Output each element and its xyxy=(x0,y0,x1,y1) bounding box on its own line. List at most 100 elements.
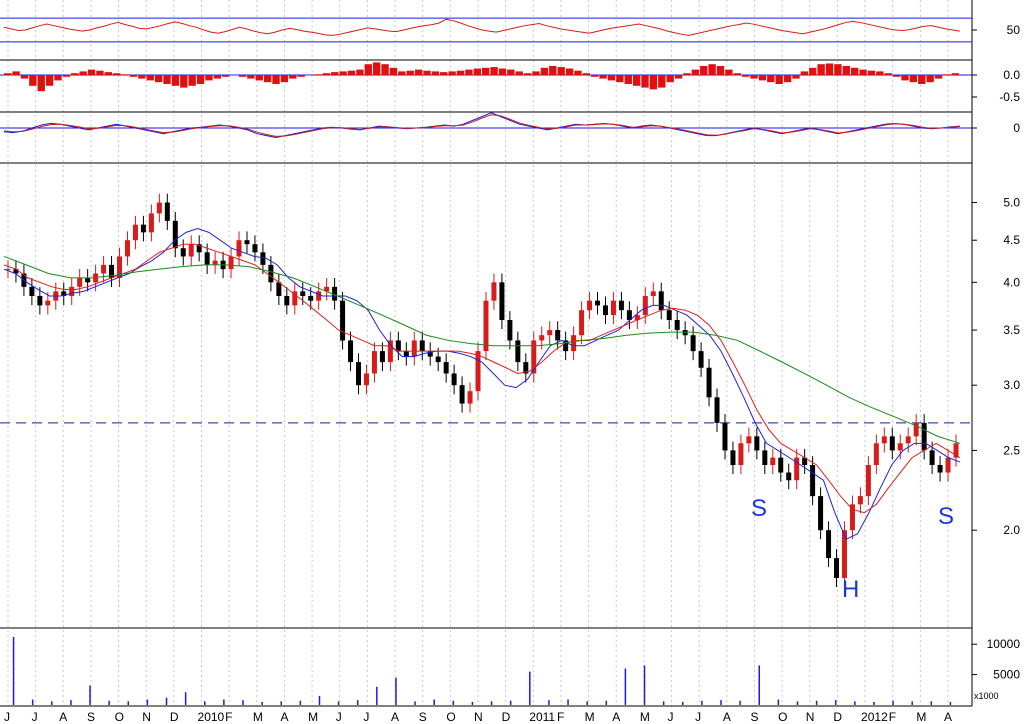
candle-body xyxy=(579,310,585,336)
candle-body xyxy=(555,330,561,341)
month-tick-label: N xyxy=(806,710,815,724)
histogram-bar xyxy=(498,68,507,75)
histogram-bar xyxy=(364,64,372,75)
histogram-bar xyxy=(549,66,557,75)
histogram-bar xyxy=(138,75,146,79)
histogram-bar xyxy=(54,75,62,81)
candle-body xyxy=(164,202,170,221)
histogram-bar xyxy=(213,75,222,79)
candle-body xyxy=(228,256,234,270)
histogram-bar xyxy=(29,75,37,86)
histogram-bar xyxy=(171,75,180,86)
month-tick-label: F xyxy=(225,710,232,724)
macd-line xyxy=(3,112,961,139)
price-y-tick-label: 3.5 xyxy=(1003,323,1020,337)
histogram-bar xyxy=(901,75,909,81)
histogram-bar xyxy=(230,75,238,76)
x-axis-month-labels: J J A S O N D 2010 F M A M J J A S O N D 2011 F M A M J J A S O N D 201… xyxy=(4,710,952,724)
month-tick-label: D xyxy=(170,710,179,724)
candle-body xyxy=(722,422,728,451)
histogram-bar xyxy=(456,70,465,75)
histogram-bar xyxy=(876,71,884,75)
histogram-bar xyxy=(825,63,834,75)
histogram-bar xyxy=(96,70,104,75)
candle-body xyxy=(834,558,840,578)
histogram-bar xyxy=(599,75,607,79)
histogram-bar xyxy=(700,66,708,75)
candle-body xyxy=(873,443,879,465)
month-tick-label: A xyxy=(944,710,952,724)
candle-body xyxy=(363,373,369,386)
histogram-bar xyxy=(934,75,943,79)
month-tick-label: M xyxy=(253,710,263,724)
pattern-label-head: H xyxy=(842,576,859,603)
histogram-bar xyxy=(255,75,263,81)
histogram-bar xyxy=(616,75,624,83)
candle-body xyxy=(937,465,943,473)
histogram-bar xyxy=(842,66,850,75)
histogram-bar xyxy=(398,71,406,75)
month-tick-label: S xyxy=(750,710,758,724)
histogram-bar xyxy=(607,75,616,81)
macd-signal-line xyxy=(3,114,961,137)
histogram-bar xyxy=(892,75,901,77)
candle-body xyxy=(818,496,824,531)
month-tick-label: F xyxy=(889,710,896,724)
histogram-bar xyxy=(389,67,398,75)
price-y-tick-label: 2.0 xyxy=(1003,523,1020,537)
volume-y-tick-label: 5000 xyxy=(993,668,1020,682)
month-tick-label: M xyxy=(308,710,318,724)
histogram-bar xyxy=(809,67,817,75)
histogram-bar xyxy=(414,69,423,75)
histogram-bar xyxy=(591,75,599,77)
candle-body xyxy=(172,220,178,249)
candle-body xyxy=(897,443,903,451)
price-y-tick-label: 3.0 xyxy=(1003,378,1020,392)
candle-body xyxy=(148,213,154,233)
histogram-bar xyxy=(20,75,29,79)
histogram-bar xyxy=(146,75,154,81)
histogram-bar xyxy=(163,75,171,84)
histogram-bar xyxy=(154,75,163,83)
histogram-bar xyxy=(482,67,490,75)
histogram-bar xyxy=(649,75,658,90)
candle-body xyxy=(507,320,513,341)
histogram-bar xyxy=(658,75,666,88)
candle-body xyxy=(124,240,130,257)
candle-body xyxy=(571,335,577,352)
month-tick-label: 2010 xyxy=(198,710,225,724)
histogram-bar xyxy=(222,75,230,77)
month-tick-label: A xyxy=(59,710,67,724)
histogram-bar xyxy=(129,75,138,77)
histogram-bar xyxy=(565,68,574,75)
histogram-bar xyxy=(196,75,205,84)
month-tick-label: A xyxy=(723,710,731,724)
histogram-bar xyxy=(716,66,725,75)
month-tick-label: A xyxy=(280,710,288,724)
candle-body xyxy=(140,224,146,233)
histogram-bar xyxy=(557,67,565,75)
candle-body xyxy=(698,351,704,368)
candle-body xyxy=(762,450,768,465)
histogram-bar xyxy=(314,74,322,75)
candle-body xyxy=(403,351,409,357)
candle-body xyxy=(587,300,593,311)
histogram-bar xyxy=(205,75,213,81)
histogram-bar xyxy=(867,70,876,75)
histogram-bar xyxy=(356,69,364,75)
month-tick-label: A xyxy=(612,710,620,724)
histogram-bar xyxy=(4,73,12,75)
candle-body xyxy=(650,291,656,296)
candle-body xyxy=(499,282,505,320)
histogram-bar xyxy=(121,74,129,75)
candle-body xyxy=(451,373,457,386)
histogram-bar xyxy=(12,71,20,75)
candle-body xyxy=(857,496,863,505)
candle-body xyxy=(419,340,425,352)
candle-body xyxy=(45,300,51,306)
histogram-bar xyxy=(741,75,750,77)
candle-body xyxy=(595,300,601,306)
oscillator-y-tick-label: 50 xyxy=(1007,23,1021,37)
histogram-bar xyxy=(951,73,959,75)
y-axis-ticks: 50 0.0 -0.5 0 5.0 4.5 4.0 3.5 3.0 2.5 2.0 10000 5000 xyxy=(972,23,1020,682)
